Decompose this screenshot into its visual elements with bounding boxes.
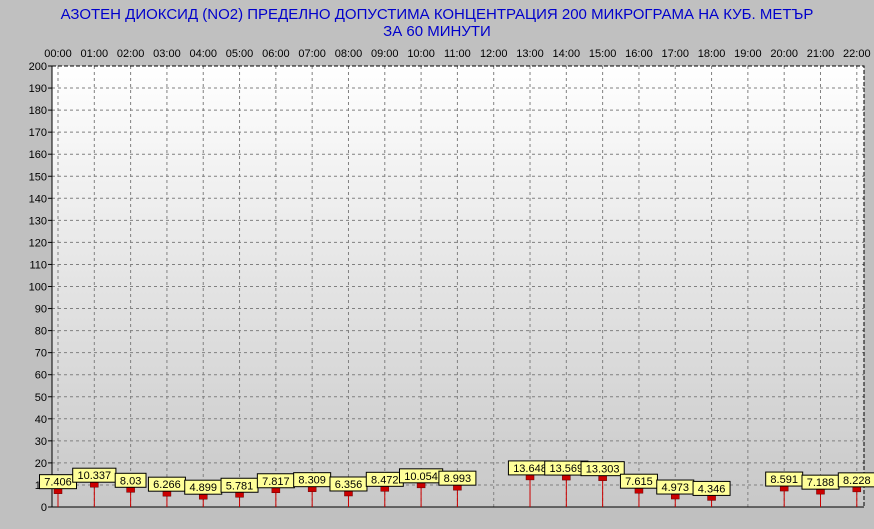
y-tick-label: 180 (29, 105, 47, 117)
y-tick-label: 60 (35, 370, 47, 382)
y-tick-label: 130 (29, 215, 47, 227)
data-label: 10.054 (404, 471, 438, 483)
data-label: 6.266 (153, 479, 181, 491)
data-label: 6.356 (335, 479, 363, 491)
y-tick-label: 110 (29, 259, 47, 271)
data-label: 13.569 (549, 463, 583, 475)
y-tick-label: 0 (41, 502, 47, 514)
x-tick-label: 05:00 (226, 48, 254, 60)
x-tick-label: 08:00 (335, 48, 363, 60)
y-tick-label: 80 (35, 326, 47, 338)
x-tick-label: 11:00 (444, 48, 471, 60)
chart-container: АЗОТЕН ДИОКСИД (NO2) ПРЕДЕЛНО ДОПУСТИМА … (0, 0, 874, 529)
x-tick-label: 06:00 (262, 48, 290, 60)
data-label: 4.346 (698, 483, 726, 495)
marker-15:00 (598, 475, 607, 481)
marker-21:00 (816, 488, 825, 495)
data-label: 4.899 (189, 482, 217, 494)
y-tick-label: 100 (29, 282, 47, 294)
y-tick-label: 190 (29, 83, 47, 95)
marker-11:00 (453, 484, 462, 491)
chart-svg: 0102030405060708090100110120130140150160… (29, 48, 874, 514)
data-label: 8.309 (298, 475, 326, 487)
x-tick-label: 19:00 (734, 48, 762, 60)
y-tick-label: 30 (35, 436, 47, 448)
marker-06:00 (271, 487, 281, 494)
x-tick-label: 07:00 (298, 48, 326, 60)
marker-17:00 (671, 493, 680, 500)
data-label: 7.817 (262, 476, 290, 488)
data-label: 7.406 (44, 477, 72, 489)
marker-01:00 (90, 481, 99, 488)
x-tick-label: 12:00 (480, 48, 508, 60)
marker-05:00 (235, 492, 244, 498)
marker-08:00 (344, 490, 353, 497)
marker-18:00 (707, 495, 716, 501)
data-label: 10.337 (77, 470, 111, 482)
x-tick-label: 20:00 (770, 48, 798, 60)
x-tick-label: 03:00 (153, 48, 181, 60)
data-label: 4.973 (661, 482, 689, 494)
marker-14:00 (562, 474, 571, 481)
x-tick-label: 17:00 (661, 48, 689, 60)
marker-09:00 (380, 486, 390, 492)
data-label: 13.648 (513, 463, 547, 475)
x-tick-label: 22:00 (843, 48, 871, 60)
y-tick-label: 50 (35, 392, 47, 404)
y-tick-label: 140 (29, 193, 47, 205)
x-tick-label: 01:00 (81, 48, 109, 60)
data-label: 8.591 (770, 474, 798, 486)
data-label: 8.228 (843, 475, 871, 487)
marker-00:00 (53, 488, 63, 494)
x-tick-label: 10:00 (407, 48, 435, 60)
x-tick-label: 04:00 (189, 48, 217, 60)
data-label: 7.188 (807, 477, 835, 489)
marker-03:00 (162, 490, 172, 497)
x-tick-label: 09:00 (371, 48, 399, 60)
y-tick-label: 120 (29, 237, 47, 249)
x-tick-label: 14:00 (553, 48, 581, 60)
y-tick-label: 40 (35, 414, 47, 426)
marker-04:00 (198, 493, 208, 500)
x-tick-label: 15:00 (589, 48, 617, 60)
data-label: 8.472 (371, 474, 399, 486)
y-tick-label: 200 (29, 61, 47, 73)
data-label: 5.781 (226, 480, 254, 492)
marker-10:00 (416, 482, 426, 489)
x-tick-label: 16:00 (625, 48, 653, 60)
x-tick-label: 00:00 (44, 48, 72, 60)
marker-22:00 (852, 486, 862, 493)
x-tick-label: 02:00 (117, 48, 145, 60)
x-tick-label: 21:00 (807, 48, 835, 60)
y-tick-label: 160 (29, 149, 47, 161)
y-tick-label: 20 (35, 458, 47, 470)
data-label: 8.993 (444, 473, 472, 485)
marker-02:00 (126, 487, 135, 493)
data-label: 7.615 (625, 476, 653, 488)
data-label: 8.03 (120, 475, 141, 487)
marker-13:00 (525, 474, 535, 481)
y-tick-label: 90 (35, 304, 47, 316)
y-tick-label: 70 (35, 348, 47, 360)
marker-16:00 (634, 487, 644, 494)
marker-20:00 (779, 485, 789, 492)
y-tick-label: 170 (29, 127, 47, 139)
data-label: 13.303 (586, 464, 620, 476)
x-tick-label: 18:00 (698, 48, 726, 60)
x-tick-label: 13:00 (516, 48, 544, 60)
y-tick-label: 150 (29, 171, 47, 183)
marker-07:00 (307, 486, 317, 492)
